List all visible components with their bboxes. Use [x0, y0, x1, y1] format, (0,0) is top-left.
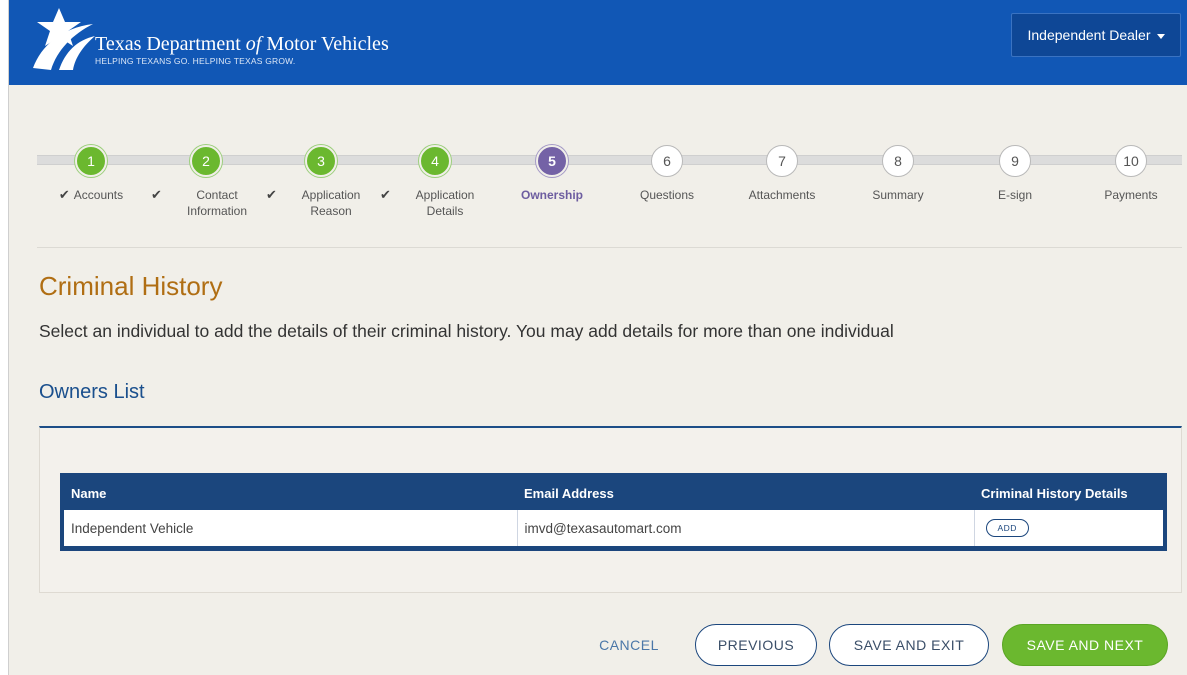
step-number: 2	[190, 145, 222, 177]
save-and-exit-button[interactable]: SAVE AND EXIT	[829, 624, 989, 666]
table-row: Independent Vehicle imvd@texasautomart.c…	[64, 510, 1163, 546]
checkmark-icon: ✔	[266, 187, 277, 202]
divider	[37, 247, 1182, 248]
owner-email-cell: imvd@texasautomart.com	[517, 510, 975, 546]
agency-name-part: Motor Vehicles	[261, 33, 389, 55]
step-payments[interactable]: 10 Payments	[1076, 145, 1186, 203]
step-number: 5	[536, 145, 568, 177]
step-label: Payments	[1104, 188, 1158, 202]
site-header: Texas Department of Motor Vehicles HELPI…	[9, 0, 1187, 85]
owners-table-container: Name Email Address Criminal History Deta…	[60, 473, 1167, 551]
agency-name: Texas Department of Motor Vehicles	[95, 33, 389, 56]
column-header-name: Name	[71, 486, 107, 501]
page-title: Criminal History	[39, 271, 223, 301]
step-questions[interactable]: 6 Questions	[612, 145, 722, 203]
step-number: 7	[766, 145, 798, 177]
agency-tagline: HELPING TEXANS GO. HELPING TEXAS GROW.	[95, 56, 296, 66]
account-menu-label: Independent Dealer	[1027, 27, 1151, 43]
owner-name-cell: Independent Vehicle	[64, 510, 518, 546]
txdmv-star-logo-icon	[33, 8, 95, 70]
step-number: 4	[419, 145, 451, 177]
step-label: E-sign	[997, 188, 1032, 202]
step-label: Application Reason	[301, 188, 361, 218]
step-application-reason[interactable]: 3 ✔ Application Reason	[266, 145, 376, 219]
previous-button[interactable]: PREVIOUS	[695, 624, 817, 666]
step-label: Accounts	[73, 188, 124, 202]
step-number: 9	[999, 145, 1031, 177]
criminal-history-cell: ADD	[974, 510, 1163, 546]
owners-table: Name Email Address Criminal History Deta…	[64, 477, 1163, 546]
step-label: Summary	[872, 188, 924, 202]
step-ownership[interactable]: 5 Ownership	[497, 145, 607, 203]
account-menu-button[interactable]: Independent Dealer	[1011, 13, 1181, 57]
step-number: 1	[75, 145, 107, 177]
step-application-details[interactable]: 4 ✔ Application Details	[380, 145, 490, 219]
column-header-email: Email Address	[524, 486, 614, 501]
step-number: 3	[305, 145, 337, 177]
checkmark-icon: ✔	[151, 187, 162, 202]
step-number: 10	[1115, 145, 1147, 177]
app-frame: Texas Department of Motor Vehicles HELPI…	[8, 0, 1187, 675]
checkmark-icon: ✔	[58, 187, 70, 202]
column-header-criminal-history: Criminal History Details	[981, 486, 1128, 501]
agency-name-of: of	[245, 33, 262, 55]
section-title: Owners List	[39, 381, 145, 403]
step-label: Questions	[639, 188, 695, 202]
save-and-next-button[interactable]: SAVE AND NEXT	[1002, 624, 1168, 666]
step-contact-information[interactable]: 2 ✔ Contact Information	[151, 145, 261, 219]
step-label: Contact Information	[186, 188, 248, 218]
step-label: Ownership	[520, 188, 583, 202]
checkmark-icon: ✔	[380, 187, 391, 202]
table-header-row: Name Email Address Criminal History Deta…	[64, 477, 1163, 510]
caret-down-icon	[1156, 33, 1165, 39]
step-label: Attachments	[748, 188, 816, 202]
step-number: 6	[651, 145, 683, 177]
step-summary[interactable]: 8 Summary	[843, 145, 953, 203]
step-e-sign[interactable]: 9 E-sign	[960, 145, 1070, 203]
add-criminal-history-button[interactable]: ADD	[985, 519, 1029, 537]
step-attachments[interactable]: 7 Attachments	[727, 145, 837, 203]
step-accounts[interactable]: 1 ✔ Accounts	[36, 145, 146, 203]
cancel-button[interactable]: CANCEL	[589, 624, 669, 666]
agency-name-part: Texas Department	[95, 33, 246, 55]
step-label: Application Details	[415, 188, 475, 218]
step-number: 8	[882, 145, 914, 177]
page-intro-text: Select an individual to add the details …	[39, 321, 894, 341]
